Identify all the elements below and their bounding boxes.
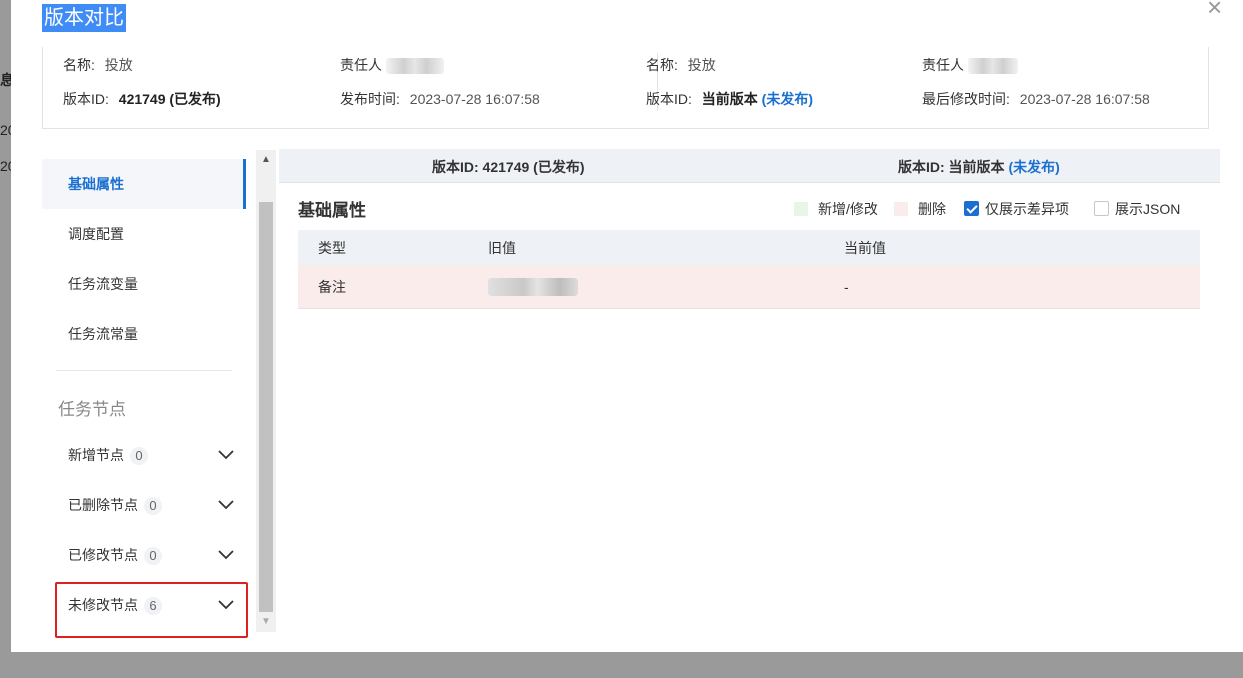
name-label: 名称: (646, 57, 678, 73)
version-value: 421749 (已发布) (118, 91, 221, 107)
header-current-value: 当前值 (844, 239, 886, 256)
version-label: 版本ID: (63, 91, 109, 107)
only-diff-label: 仅展示差异项 (985, 201, 1069, 217)
right-version: 版本ID: 当前版本 (未发布) (646, 89, 813, 109)
header-old-value: 旧值 (488, 239, 516, 256)
compare-header-right-label: 版本ID: 当前版本 (898, 159, 1005, 175)
time-label: 发布时间: (340, 91, 400, 107)
table-header: 类型 旧值 当前值 (298, 230, 1200, 265)
node-group-label: 新增节点 (68, 447, 124, 463)
version-value: 当前版本 (701, 91, 758, 107)
left-owner: 责任人 (340, 55, 444, 75)
node-group-added[interactable]: 新增节点 0 (42, 435, 246, 475)
sidebar-divider (56, 370, 232, 371)
legend-deleted: 删除 (894, 199, 946, 219)
chevron-down-icon[interactable] (217, 597, 235, 613)
checkbox-unchecked-icon[interactable] (1094, 201, 1109, 216)
version-info-card: 名称: 投放 责任人 版本ID: 421749 (已发布) 发布时间: 2023… (42, 47, 1209, 129)
compare-header-left: 版本ID: 421749 (已发布) (432, 159, 585, 175)
version-compare-modal: 版本对比 × 名称: 投放 责任人 版本ID: 421749 (已发布) 发布时… (11, 0, 1243, 652)
deleted-swatch (894, 202, 908, 216)
redacted-value (488, 277, 578, 296)
node-group-modified[interactable]: 已修改节点 0 (42, 535, 246, 575)
row-old-value-redacted (488, 265, 578, 308)
name-label: 名称: (63, 57, 95, 73)
sidebar-item-flow-constants[interactable]: 任务流常量 (42, 309, 246, 359)
count-badge: 0 (144, 547, 162, 565)
only-diff-checkbox[interactable]: 仅展示差异项 (964, 199, 1069, 219)
redacted-owner (967, 58, 1018, 75)
name-value: 投放 (104, 57, 133, 73)
legend-added: 新增/修改 (794, 199, 878, 219)
added-swatch (794, 202, 808, 216)
right-time: 最后修改时间: 2023-07-28 16:07:58 (922, 89, 1150, 109)
sidebar-item-schedule[interactable]: 调度配置 (42, 209, 246, 259)
legend-deleted-label: 删除 (918, 201, 946, 217)
right-owner: 责任人 (922, 55, 1018, 75)
count-badge: 0 (130, 447, 148, 465)
sidebar-item-basic[interactable]: 基础属性 (42, 159, 246, 209)
count-badge: 0 (144, 497, 162, 515)
row-type: 备注 (318, 278, 346, 295)
node-group-label: 未修改节点 (68, 597, 138, 613)
version-label: 版本ID: (646, 91, 692, 107)
sidebar-item-flow-variables[interactable]: 任务流变量 (42, 259, 246, 309)
show-json-checkbox[interactable]: 展示JSON (1094, 199, 1180, 219)
right-name: 名称: 投放 (646, 55, 716, 75)
section-title: 基础属性 (298, 201, 366, 220)
header-type: 类型 (318, 239, 346, 256)
left-version: 版本ID: 421749 (已发布) (63, 89, 221, 109)
show-json-label: 展示JSON (1115, 201, 1181, 217)
checkbox-checked-icon[interactable] (964, 201, 979, 216)
compare-header: 版本ID: 421749 (已发布) 版本ID: 当前版本 (未发布) (279, 149, 1220, 183)
compare-header-right-status: (未发布) (1008, 159, 1060, 175)
count-badge: 6 (144, 597, 162, 615)
left-time: 发布时间: 2023-07-28 16:07:58 (340, 89, 540, 109)
time-label: 最后修改时间: (922, 91, 1010, 107)
time-value: 2023-07-28 16:07:58 (1019, 91, 1150, 107)
scroll-up-arrow-icon[interactable]: ▲ (256, 150, 276, 170)
scroll-down-arrow-icon[interactable]: ▼ (256, 612, 276, 632)
node-group-label: 已修改节点 (68, 547, 138, 563)
owner-label: 责任人 (340, 57, 382, 73)
node-group-label: 已删除节点 (68, 497, 138, 513)
section-task-nodes: 任务节点 (58, 400, 126, 419)
chevron-down-icon[interactable] (217, 497, 235, 513)
redacted-owner (385, 58, 444, 75)
compare-header-right: 版本ID: 当前版本 (未发布) (898, 157, 1060, 177)
compare-sidebar: 基础属性 调度配置 任务流变量 任务流常量 任务节点 新增节点 0 已删除节点 0 … (42, 159, 246, 639)
node-group-deleted[interactable]: 已删除节点 0 (42, 485, 246, 525)
close-icon[interactable]: × (1207, 0, 1233, 20)
chevron-down-icon[interactable] (217, 447, 235, 463)
sidebar-scrollbar[interactable]: ▲ ▼ (256, 150, 276, 632)
node-group-unmodified[interactable]: 未修改节点 6 (42, 585, 246, 625)
chevron-down-icon[interactable] (217, 547, 235, 563)
name-value: 投放 (687, 57, 716, 73)
diff-table: 类型 旧值 当前值 备注 - (298, 230, 1200, 309)
modal-title: 版本对比 (42, 4, 126, 32)
row-current-value: - (844, 278, 849, 295)
left-name: 名称: 投放 (63, 55, 133, 75)
legend-added-label: 新增/修改 (818, 201, 878, 217)
table-row: 备注 - (298, 265, 1200, 309)
time-value: 2023-07-28 16:07:58 (409, 91, 540, 107)
version-status: (未发布) (761, 91, 813, 107)
owner-label: 责任人 (922, 57, 964, 73)
scrollbar-thumb[interactable] (259, 202, 273, 612)
